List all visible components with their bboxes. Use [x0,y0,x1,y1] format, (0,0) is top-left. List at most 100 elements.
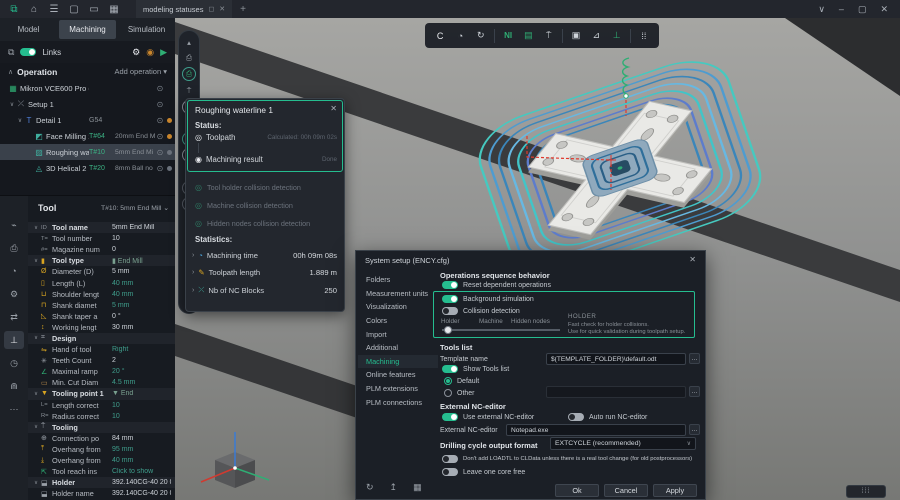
statistic-row[interactable]: ›⤫Nb of NC Blocks250 [192,285,337,295]
chart-icon[interactable]: ⊿ [587,27,605,45]
machine-sim-icon[interactable]: ⎙ [182,67,196,81]
tool-property-row[interactable]: ↕Working lengt30 mm [28,322,175,333]
property-value[interactable]: 4.5 mm [112,379,171,386]
structure-icon[interactable]: ⁞⁞ [635,27,653,45]
window-icon[interactable]: ▣ [567,27,585,45]
flip-view-icon[interactable]: ↻ [472,27,490,45]
tool-property-row[interactable]: ∨IDTool name5mm End Mill [28,222,175,233]
property-value[interactable]: 10 [112,413,171,420]
operation-row[interactable]: ◬3D Helical 2T#208mm Ball no⊙ [0,160,175,176]
property-value[interactable]: 2 [112,357,171,364]
more-icon[interactable]: ⋯ [4,400,24,418]
dialog-nav-folders[interactable]: Folders [358,273,438,287]
search-binoculars-icon[interactable]: ⋒ [4,377,24,395]
settings-gear-icon[interactable]: ⚙ [132,47,140,58]
tool-property-row[interactable]: ▭Min. Cut Diam4.5 mm [28,377,175,388]
new-file-icon[interactable]: ▢ [66,2,82,16]
property-value[interactable]: 95 mm [112,446,171,453]
expand-caret-icon[interactable]: › [192,252,194,259]
machining-result-row[interactable]: ◉ Machining result Done [195,155,337,164]
viewport-quick-menu[interactable]: ⁞⁞⁞ [846,485,886,498]
collision-check-row[interactable]: ◎Tool holder collision detection [195,183,301,192]
tool-property-row[interactable]: L=Length correct10 [28,400,175,411]
statistic-row[interactable]: ›✎Toolpath length1.889 m [192,268,337,277]
loadtl-toggle[interactable] [442,455,458,463]
operation-row[interactable]: ∨⤫Setup 1⊙ [0,96,175,112]
property-value[interactable]: 30 mm [112,324,171,331]
tool-property-row[interactable]: ∨▮Tool type▮ End Mill [28,255,175,266]
export-settings-icon[interactable]: ↥ [390,482,398,493]
property-value[interactable]: 0 [112,246,171,253]
tab-simulation[interactable]: Simulation [118,18,175,41]
tool-property-row[interactable]: ⤒Overhang from95 mm [28,444,175,455]
tree-caret-icon[interactable]: ∨ [16,117,24,124]
pin-tab-icon[interactable]: ◻ [208,5,214,13]
nc-program-icon[interactable]: ▤ [519,27,537,45]
use-nc-editor-toggle[interactable] [442,413,458,421]
drill-format-dropdown[interactable]: EXTCYCLE (recommended) ∨ [550,437,696,450]
dialog-nav-colors[interactable]: Colors [358,314,438,328]
operation-row[interactable]: ◩Face Milling 1T#6420mm End M⊙ [0,128,175,144]
menu-icon[interactable]: ☰ [46,2,62,16]
ok-button[interactable]: Ok [555,484,599,497]
tool-property-row[interactable]: ⊔Shoulder lengt40 mm [28,289,175,300]
close-button[interactable]: ✕ [880,4,888,15]
links-toggle[interactable] [20,48,36,56]
slider-level-label[interactable]: Machine [479,318,503,325]
new-tab-button[interactable]: + [240,4,246,15]
locate-target-icon[interactable]: ⊙ [155,100,165,109]
toolpath-status-row[interactable]: ◎ Toolpath Calculated: 00h 09m 02s [195,133,337,142]
background-simulation-toggle[interactable] [442,295,458,303]
tab-machining[interactable]: Machining [59,20,116,39]
dialog-nav-import[interactable]: Import [358,327,438,341]
dialog-nav-additional[interactable]: Additional [358,341,438,355]
browse-other-button[interactable]: ... [689,386,700,397]
dialog-nav-plm-extensions[interactable]: PLM extensions [358,382,438,396]
reset-dependent-toggle[interactable] [442,281,458,289]
property-value[interactable]: ▼ End [112,390,171,397]
nc-editor-field[interactable]: Notepad.exe [506,424,686,436]
disc-icon[interactable]: ◔ [4,262,24,280]
default-radio[interactable] [444,377,452,385]
collision-slider-thumb[interactable] [444,326,452,334]
tool-property-row[interactable]: ◺Shank taper a0 ° [28,311,175,322]
other-radio[interactable] [444,389,452,397]
tool-property-row[interactable]: ⤓Overhang from40 mm [28,455,175,466]
browse-template-button[interactable]: ... [689,353,700,364]
add-operation-button[interactable]: Add operation ▾ [114,67,167,76]
maximize-button[interactable]: ▢ [858,4,867,15]
document-tab[interactable]: modeling statuses ◻ ✕ [136,0,232,18]
property-value[interactable]: 10 [112,402,171,409]
property-value[interactable]: ▮ End Mill [112,257,171,265]
tool-property-row[interactable]: T=Tool number10 [28,233,175,244]
property-value[interactable]: 392.140CG-40 20 060 [112,490,171,497]
close-popup-icon[interactable]: ✕ [330,104,337,113]
property-value[interactable]: Click to show [112,468,171,475]
holder-icon[interactable]: ⍑ [540,27,558,45]
tool-property-row[interactable]: ▯Length (L)40 mm [28,277,175,288]
power-skills-icon[interactable]: ⌁ [4,216,24,234]
magnet-snap-icon[interactable]: C [431,27,449,45]
machine-icon[interactable]: ⎙ [4,239,24,257]
tool-property-row[interactable]: ∨⌗Design [28,333,175,344]
save-icon[interactable]: ▦ [106,2,122,16]
locate-target-icon[interactable]: ⊙ [155,148,165,157]
tool-property-row[interactable]: ⊓Shank diamet5 mm [28,300,175,311]
property-value[interactable]: 5 mm [112,268,171,275]
tool-property-row[interactable]: ⇱Tool reach insClick to show [28,466,175,477]
browse-nc-editor-button[interactable]: ... [689,424,700,435]
property-value[interactable]: 40 mm [112,457,171,464]
open-folder-icon[interactable]: ▭ [86,2,102,16]
property-value[interactable]: Right [112,346,171,353]
slider-level-label[interactable]: Hidden nodes [511,318,550,325]
tab-model[interactable]: Model [0,18,57,41]
tool-property-row[interactable]: R=Radius correct10 [28,411,175,422]
operation-row[interactable]: ▨Roughing waterli...T#105mm End Mi⊙ [0,144,175,160]
tool-property-row[interactable]: #=Magazine num0 [28,244,175,255]
record-state-icon[interactable]: ◉ [146,47,154,58]
transform-icon[interactable]: ⇄ [4,308,24,326]
probe-icon[interactable]: ◔ [451,27,469,45]
reset-settings-icon[interactable]: ↻ [366,482,374,493]
close-tab-icon[interactable]: ✕ [219,5,225,13]
tool-property-row[interactable]: ⊕Connection po84 mm [28,433,175,444]
